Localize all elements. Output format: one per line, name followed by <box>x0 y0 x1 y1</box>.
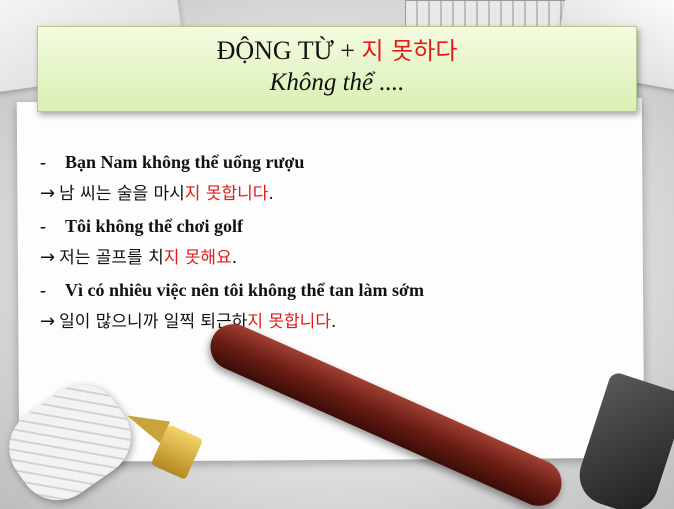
korean-period: . <box>268 184 274 204</box>
korean-text: 남 씨는 술을 마시 <box>59 184 185 204</box>
korean-period: . <box>231 248 238 268</box>
vietnamese-text: Vì có nhiêu việc nên tôi không thể tan l… <box>65 280 424 300</box>
vietnamese-text: Tôi không thể chơi golf <box>65 216 243 236</box>
korean-grammar-highlight: 지 못합니다 <box>247 312 331 332</box>
vietnamese-text: Bạn Nam không thể uống rượu <box>65 152 305 172</box>
arrow-icon: → <box>40 311 56 332</box>
dash: - <box>40 280 46 300</box>
dash: - <box>40 216 46 236</box>
korean-sentence-3: → 일이 많으니까 일찍 퇴근하지 못합니다. <box>40 306 630 338</box>
vietnamese-sentence-2: - Tôi không thể chơi golf <box>40 210 630 242</box>
title-korean-grammar: 지 못하다 <box>361 37 458 65</box>
title-box: ĐỘNG TỪ + 지 못하다 Không thể .... <box>37 26 637 112</box>
korean-period: . <box>330 312 337 332</box>
arrow-icon: → <box>40 183 56 204</box>
korean-text: 저는 골프를 치 <box>59 248 164 268</box>
korean-sentence-1: → 남 씨는 술을 마시지 못합니다. <box>40 178 630 210</box>
example-list: - Bạn Nam không thể uống rượu → 남 씨는 술을 마시… <box>40 146 630 338</box>
title-prefix: ĐỘNG TỪ + <box>216 36 362 65</box>
title-line-1: ĐỘNG TỪ + 지 못하다 <box>38 35 636 67</box>
title-line-2: Không thể .... <box>269 69 405 96</box>
dash: - <box>40 152 46 172</box>
vietnamese-sentence-1: - Bạn Nam không thể uống rượu <box>40 146 630 178</box>
korean-grammar-highlight: 지 못해요 <box>163 248 232 268</box>
vietnamese-sentence-3: - Vì có nhiêu việc nên tôi không thể tan … <box>40 274 630 306</box>
korean-sentence-2: → 저는 골프를 치지 못해요. <box>40 242 630 274</box>
slide: ĐỘNG TỪ + 지 못하다 Không thể .... - Bạn Nam … <box>0 0 674 509</box>
arrow-icon: → <box>40 247 56 268</box>
korean-grammar-highlight: 지 못합니다 <box>184 184 269 204</box>
